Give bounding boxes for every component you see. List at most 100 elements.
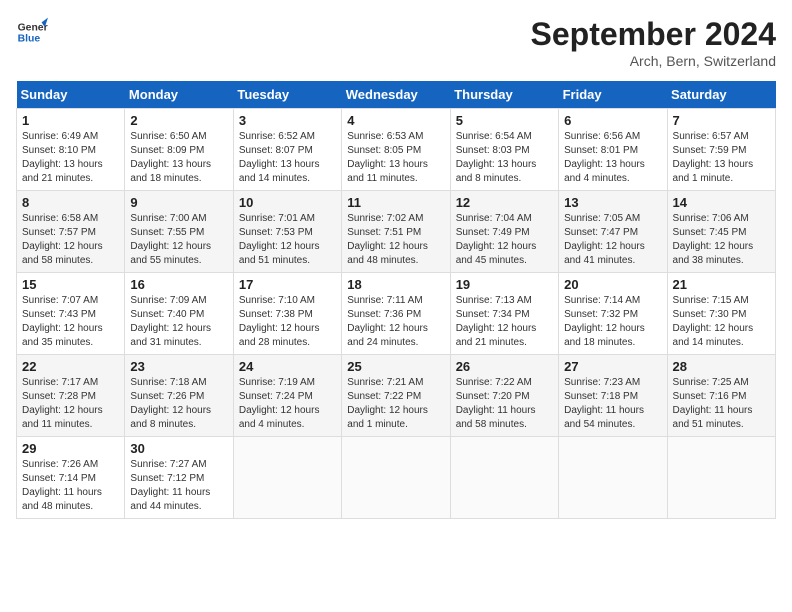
calendar-day-cell: 25Sunrise: 7:21 AM Sunset: 7:22 PM Dayli… — [342, 355, 450, 437]
day-info: Sunrise: 6:50 AM Sunset: 8:09 PM Dayligh… — [130, 130, 227, 186]
calendar-day-cell: 11 Sunrise: 7:02 AM Sunset: 7:51 PM Dayli… — [342, 191, 450, 273]
day-of-week-header: Sunday — [17, 81, 125, 109]
logo: General Blue — [16, 16, 48, 48]
day-info: Sunrise: 7:25 AM Sunset: 7:16 PM Dayligh… — [673, 376, 770, 432]
day-number: 6 — [564, 113, 661, 128]
calendar-day-cell — [233, 437, 341, 519]
day-number: 10 — [239, 195, 336, 210]
day-number: 7 — [673, 113, 770, 128]
calendar-day-cell: 30 Sunrise: 7:27 AM Sunset: 7:12 PM Dayli… — [125, 437, 233, 519]
calendar-day-cell: 29Sunrise: 7:26 AM Sunset: 7:14 PM Dayli… — [17, 437, 125, 519]
day-number: 14 — [673, 195, 770, 210]
day-number: 22 — [22, 359, 119, 374]
calendar-week-row: 1Sunrise: 6:49 AM Sunset: 8:10 PM Daylig… — [17, 109, 776, 191]
calendar-day-cell: 1Sunrise: 6:49 AM Sunset: 8:10 PM Daylig… — [17, 109, 125, 191]
day-number: 28 — [673, 359, 770, 374]
day-info: Sunrise: 7:10 AM Sunset: 7:38 PM Dayligh… — [239, 294, 336, 350]
calendar-day-cell: 10 Sunrise: 7:01 AM Sunset: 7:53 PM Dayli… — [233, 191, 341, 273]
calendar-day-cell: 8 Sunrise: 6:58 AM Sunset: 7:57 PM Daylig… — [17, 191, 125, 273]
day-number: 20 — [564, 277, 661, 292]
calendar-week-row: 22 Sunrise: 7:17 AM Sunset: 7:28 PM Dayli… — [17, 355, 776, 437]
calendar-day-cell: 17 Sunrise: 7:10 AM Sunset: 7:38 PM Dayli… — [233, 273, 341, 355]
day-number: 18 — [347, 277, 444, 292]
day-number: 27 — [564, 359, 661, 374]
day-info: Sunrise: 7:19 AM Sunset: 7:24 PM Dayligh… — [239, 376, 336, 432]
day-of-week-header: Thursday — [450, 81, 558, 109]
calendar-day-cell: 9 Sunrise: 7:00 AM Sunset: 7:55 PM Daylig… — [125, 191, 233, 273]
day-info: Sunrise: 7:09 AM Sunset: 7:40 PM Dayligh… — [130, 294, 227, 350]
calendar-table: SundayMondayTuesdayWednesdayThursdayFrid… — [16, 81, 776, 519]
day-info: Sunrise: 7:05 AM Sunset: 7:47 PM Dayligh… — [564, 212, 661, 268]
calendar-day-cell: 7 Sunrise: 6:57 AM Sunset: 7:59 PM Daylig… — [667, 109, 775, 191]
page-header: General Blue September 2024 Arch, Bern, … — [16, 16, 776, 69]
calendar-day-cell: 21 Sunrise: 7:15 AM Sunset: 7:30 PM Dayli… — [667, 273, 775, 355]
day-info: Sunrise: 6:58 AM Sunset: 7:57 PM Dayligh… — [22, 212, 119, 268]
day-number: 1 — [22, 113, 119, 128]
day-number: 24 — [239, 359, 336, 374]
day-number: 11 — [347, 195, 444, 210]
calendar-day-cell: 13 Sunrise: 7:05 AM Sunset: 7:47 PM Dayli… — [559, 191, 667, 273]
day-info: Sunrise: 7:04 AM Sunset: 7:49 PM Dayligh… — [456, 212, 553, 268]
day-number: 16 — [130, 277, 227, 292]
day-number: 4 — [347, 113, 444, 128]
day-of-week-header: Monday — [125, 81, 233, 109]
day-number: 8 — [22, 195, 119, 210]
day-number: 3 — [239, 113, 336, 128]
day-info: Sunrise: 7:00 AM Sunset: 7:55 PM Dayligh… — [130, 212, 227, 268]
day-info: Sunrise: 6:56 AM Sunset: 8:01 PM Dayligh… — [564, 130, 661, 186]
calendar-week-row: 29Sunrise: 7:26 AM Sunset: 7:14 PM Dayli… — [17, 437, 776, 519]
day-number: 5 — [456, 113, 553, 128]
calendar-day-cell: 22 Sunrise: 7:17 AM Sunset: 7:28 PM Dayli… — [17, 355, 125, 437]
day-number: 17 — [239, 277, 336, 292]
calendar-week-row: 15 Sunrise: 7:07 AM Sunset: 7:43 PM Dayli… — [17, 273, 776, 355]
day-info: Sunrise: 7:14 AM Sunset: 7:32 PM Dayligh… — [564, 294, 661, 350]
day-number: 21 — [673, 277, 770, 292]
calendar-day-cell: 5 Sunrise: 6:54 AM Sunset: 8:03 PM Daylig… — [450, 109, 558, 191]
calendar-day-cell: 2Sunrise: 6:50 AM Sunset: 8:09 PM Daylig… — [125, 109, 233, 191]
day-number: 13 — [564, 195, 661, 210]
svg-text:Blue: Blue — [18, 34, 41, 45]
day-number: 15 — [22, 277, 119, 292]
calendar-day-cell: 20 Sunrise: 7:14 AM Sunset: 7:32 PM Dayli… — [559, 273, 667, 355]
calendar-day-cell: 23Sunrise: 7:18 AM Sunset: 7:26 PM Dayli… — [125, 355, 233, 437]
day-of-week-header: Tuesday — [233, 81, 341, 109]
day-info: Sunrise: 7:01 AM Sunset: 7:53 PM Dayligh… — [239, 212, 336, 268]
calendar-day-cell: 6 Sunrise: 6:56 AM Sunset: 8:01 PM Daylig… — [559, 109, 667, 191]
day-info: Sunrise: 6:53 AM Sunset: 8:05 PM Dayligh… — [347, 130, 444, 186]
calendar-day-cell: 19Sunrise: 7:13 AM Sunset: 7:34 PM Dayli… — [450, 273, 558, 355]
day-of-week-header: Wednesday — [342, 81, 450, 109]
day-info: Sunrise: 7:02 AM Sunset: 7:51 PM Dayligh… — [347, 212, 444, 268]
calendar-week-row: 8 Sunrise: 6:58 AM Sunset: 7:57 PM Daylig… — [17, 191, 776, 273]
day-info: Sunrise: 7:23 AM Sunset: 7:18 PM Dayligh… — [564, 376, 661, 432]
day-info: Sunrise: 7:18 AM Sunset: 7:26 PM Dayligh… — [130, 376, 227, 432]
day-info: Sunrise: 7:06 AM Sunset: 7:45 PM Dayligh… — [673, 212, 770, 268]
month-title: September 2024 — [531, 16, 776, 53]
calendar-day-cell: 3Sunrise: 6:52 AM Sunset: 8:07 PM Daylig… — [233, 109, 341, 191]
day-number: 12 — [456, 195, 553, 210]
day-number: 19 — [456, 277, 553, 292]
calendar-day-cell — [342, 437, 450, 519]
day-info: Sunrise: 7:17 AM Sunset: 7:28 PM Dayligh… — [22, 376, 119, 432]
day-info: Sunrise: 7:21 AM Sunset: 7:22 PM Dayligh… — [347, 376, 444, 432]
location-subtitle: Arch, Bern, Switzerland — [531, 53, 776, 69]
calendar-day-cell — [559, 437, 667, 519]
day-info: Sunrise: 6:54 AM Sunset: 8:03 PM Dayligh… — [456, 130, 553, 186]
calendar-day-cell: 28 Sunrise: 7:25 AM Sunset: 7:16 PM Dayli… — [667, 355, 775, 437]
calendar-day-cell: 4 Sunrise: 6:53 AM Sunset: 8:05 PM Daylig… — [342, 109, 450, 191]
day-number: 29 — [22, 441, 119, 456]
calendar-day-cell: 27 Sunrise: 7:23 AM Sunset: 7:18 PM Dayli… — [559, 355, 667, 437]
day-number: 30 — [130, 441, 227, 456]
day-info: Sunrise: 7:07 AM Sunset: 7:43 PM Dayligh… — [22, 294, 119, 350]
calendar-day-cell: 24 Sunrise: 7:19 AM Sunset: 7:24 PM Dayli… — [233, 355, 341, 437]
logo-icon: General Blue — [16, 16, 48, 48]
day-of-week-header: Friday — [559, 81, 667, 109]
calendar-day-cell: 12 Sunrise: 7:04 AM Sunset: 7:49 PM Dayli… — [450, 191, 558, 273]
day-info: Sunrise: 7:15 AM Sunset: 7:30 PM Dayligh… — [673, 294, 770, 350]
calendar-day-cell — [667, 437, 775, 519]
day-info: Sunrise: 6:57 AM Sunset: 7:59 PM Dayligh… — [673, 130, 770, 186]
day-number: 9 — [130, 195, 227, 210]
day-info: Sunrise: 7:11 AM Sunset: 7:36 PM Dayligh… — [347, 294, 444, 350]
title-block: September 2024 Arch, Bern, Switzerland — [531, 16, 776, 69]
calendar-day-cell: 18 Sunrise: 7:11 AM Sunset: 7:36 PM Dayli… — [342, 273, 450, 355]
day-info: Sunrise: 7:27 AM Sunset: 7:12 PM Dayligh… — [130, 458, 227, 514]
